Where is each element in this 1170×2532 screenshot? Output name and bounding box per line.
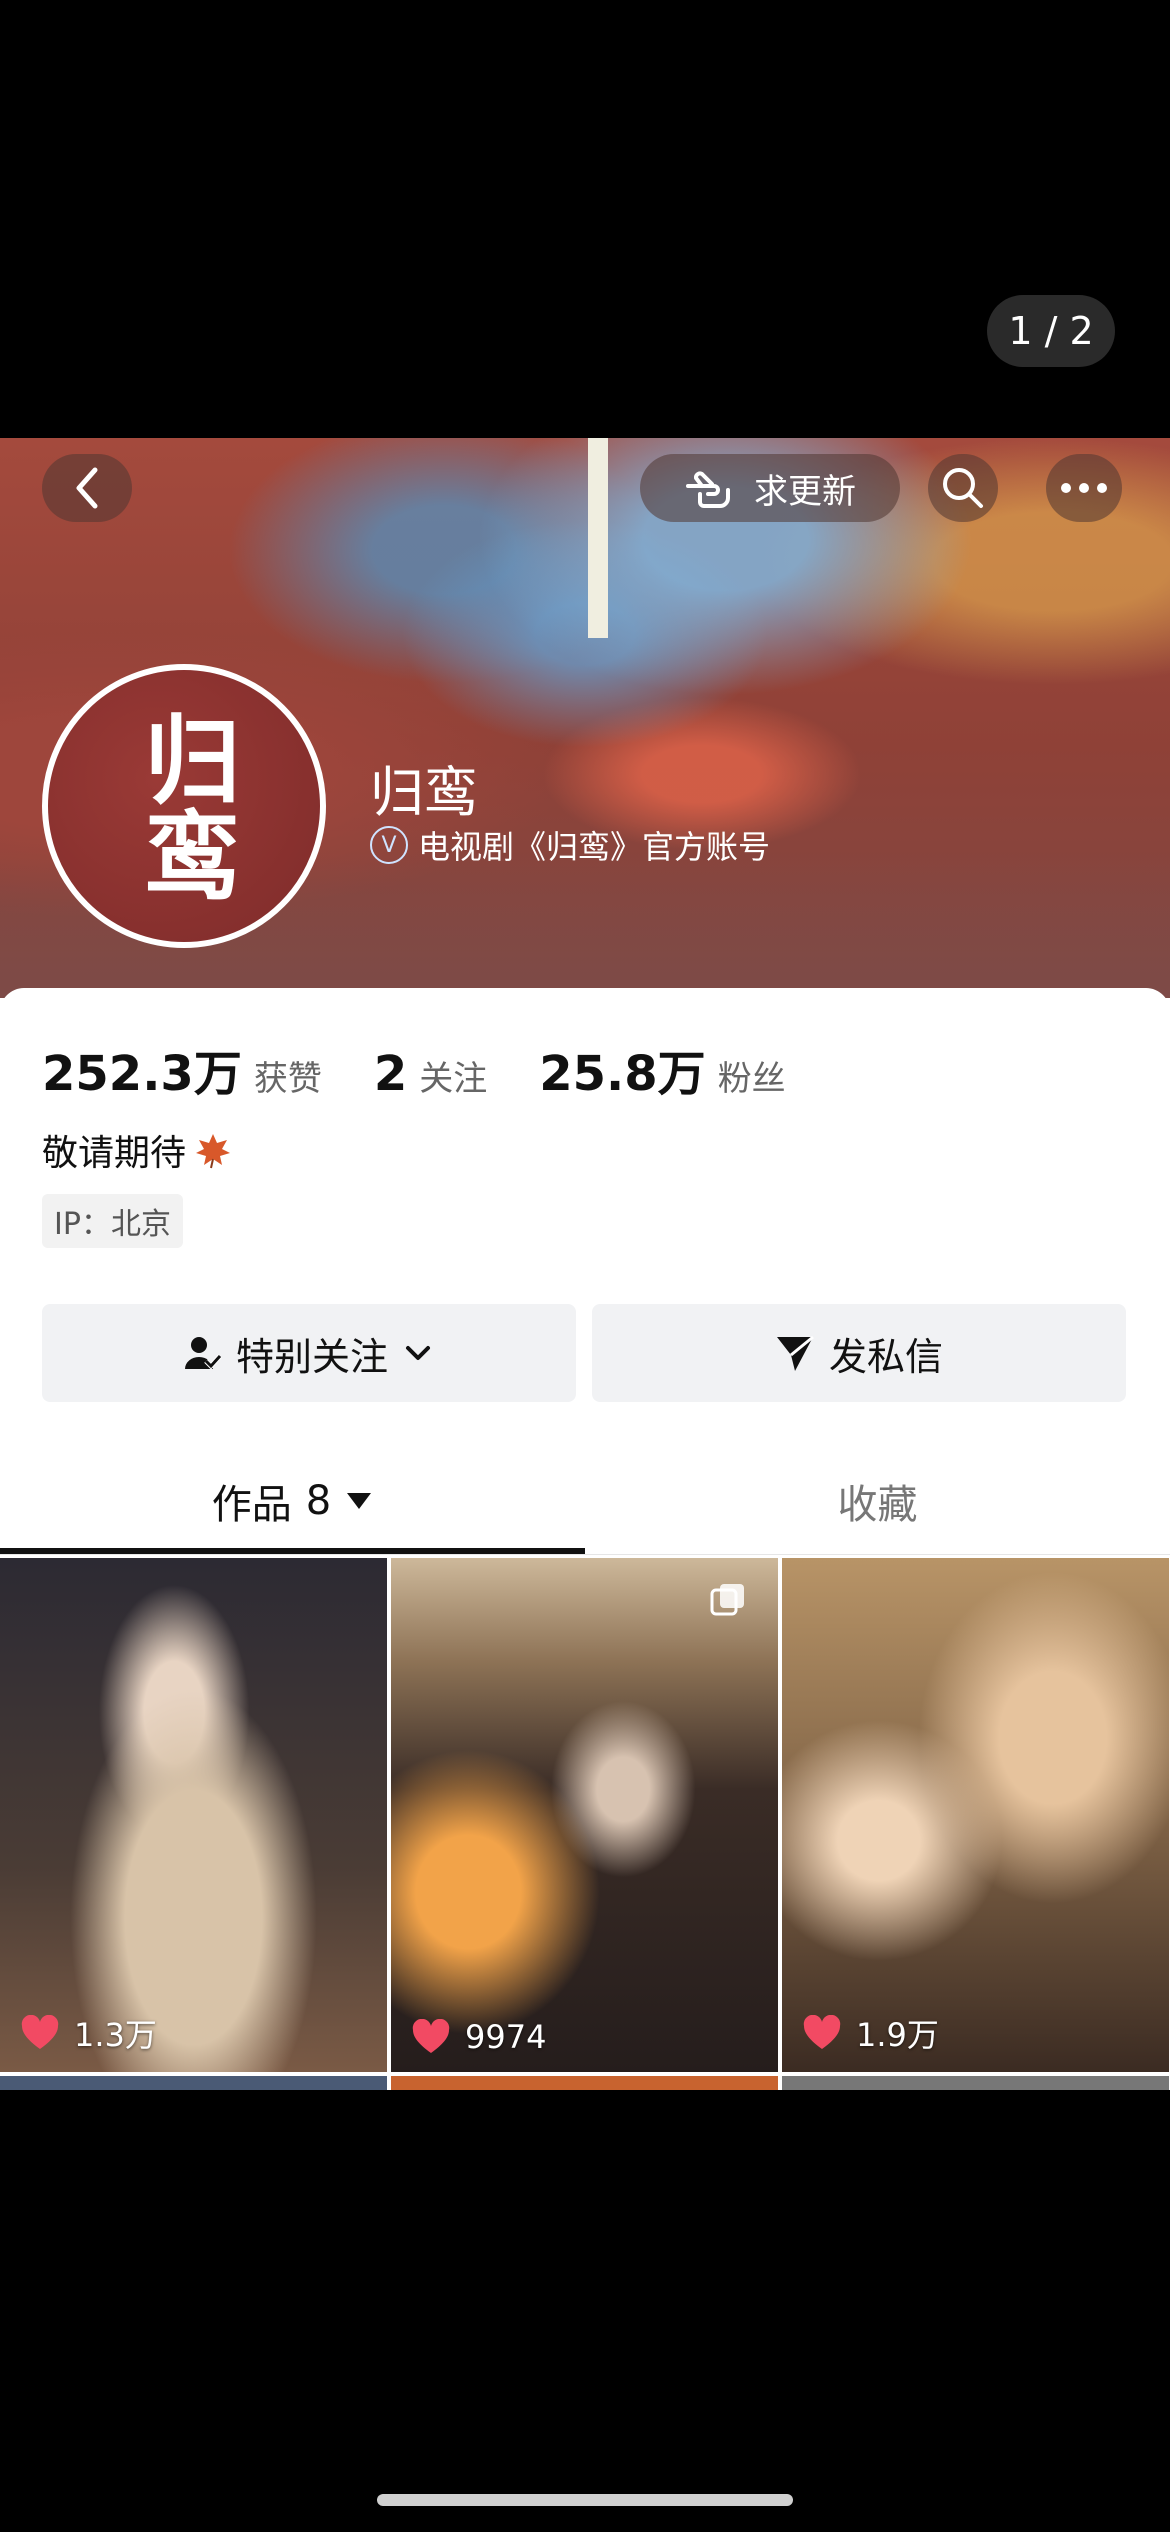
like-count: 9974 (411, 2018, 546, 2056)
tab-works[interactable]: 作品 8 (0, 1458, 585, 1544)
send-message-button[interactable]: 发私信 (592, 1304, 1126, 1402)
special-follow-button[interactable]: 特别关注 (42, 1304, 576, 1402)
avatar-logo-text: 归鸾 (128, 710, 241, 902)
followers-label[interactable]: 粉丝 (718, 1051, 786, 1100)
special-follow-label: 特别关注 (235, 1334, 388, 1379)
likes-label: 获赞 (253, 1059, 322, 1099)
content-tabs: 作品 8 收藏 (0, 1458, 1170, 1548)
likes-count: 252.3万 (42, 1046, 242, 1102)
banner-image: 求更新 归鸾 归鸾 V 电视剧《归鸾》官方账号 (0, 438, 1170, 998)
heart-icon (412, 2019, 450, 2053)
heart-icon (803, 2015, 841, 2049)
video-thumbnail-partial[interactable] (391, 2076, 778, 2090)
video-grid: 1.3万 9974 1.9万 (0, 1558, 1170, 2090)
video-thumbnail[interactable]: 1.9万 (782, 1558, 1169, 2072)
more-button[interactable] (1046, 454, 1122, 522)
video-thumbnail-partial[interactable] (0, 2076, 387, 2090)
banner-stripe (588, 438, 608, 638)
followers-count[interactable]: 25.8万 (539, 1034, 705, 1104)
like-count: 1.3万 (20, 2010, 157, 2056)
profile-info-sheet: 252.3万 获赞 2 关注 25.8万 粉丝 敬请期待 IP：北京 特别关注 … (0, 988, 1170, 2090)
like-count-text: 1.3万 (74, 2016, 157, 2054)
avatar[interactable]: 归鸾 (42, 664, 326, 948)
following-label[interactable]: 关注 (419, 1051, 487, 1100)
search-icon (943, 468, 983, 508)
video-thumbnail[interactable]: 9974 (391, 1558, 778, 2072)
tab-works-count: 8 (305, 1478, 332, 1524)
ip-location-tag: IP：北京 (42, 1194, 183, 1248)
maple-leaf-icon (196, 1134, 231, 1169)
chevron-down-icon (406, 1346, 430, 1360)
profile-screen: 求更新 归鸾 归鸾 V 电视剧《归鸾》官方账号 252.3万 获赞 2 关注 2… (0, 438, 1170, 2090)
search-button[interactable] (928, 454, 998, 522)
bio: 敬请期待 (42, 1124, 232, 1176)
send-message-label: 发私信 (828, 1334, 943, 1379)
verified-label: 电视剧《归鸾》官方账号 (418, 828, 771, 866)
tab-saved-label: 收藏 (837, 1482, 918, 1528)
caret-down-icon (347, 1493, 372, 1509)
tab-saved[interactable]: 收藏 (585, 1458, 1170, 1544)
request-update-button[interactable]: 求更新 (640, 454, 900, 522)
video-thumbnail-partial[interactable] (782, 2076, 1169, 2090)
like-count-text: 9974 (465, 2018, 547, 2056)
stats-row: 252.3万 获赞 2 关注 25.8万 粉丝 (42, 1034, 838, 1104)
profile-name: 归鸾 (370, 761, 478, 824)
verified-badge: V 电视剧《归鸾》官方账号 (370, 822, 770, 868)
tab-divider (0, 1554, 1170, 1555)
page-counter: 1 / 2 (987, 295, 1115, 367)
pointing-hand-icon (686, 471, 730, 508)
user-check-icon (184, 1337, 222, 1370)
tab-works-label: 作品 (211, 1482, 292, 1528)
video-thumbnail[interactable]: 1.3万 (0, 1558, 387, 2072)
home-indicator[interactable] (377, 2494, 793, 2506)
back-button[interactable] (42, 454, 132, 522)
chevron-left-icon (76, 467, 98, 509)
heart-icon (21, 2015, 59, 2049)
verified-icon: V (370, 826, 408, 864)
like-count-text: 1.9万 (856, 2016, 939, 2054)
pinned-icon (710, 1584, 744, 1616)
following-count[interactable]: 2 (374, 1046, 407, 1102)
send-icon (776, 1335, 814, 1371)
like-count: 1.9万 (802, 2010, 939, 2056)
more-dots-icon (1061, 483, 1107, 493)
bio-text: 敬请期待 (42, 1133, 187, 1174)
request-update-label: 求更新 (754, 471, 856, 512)
